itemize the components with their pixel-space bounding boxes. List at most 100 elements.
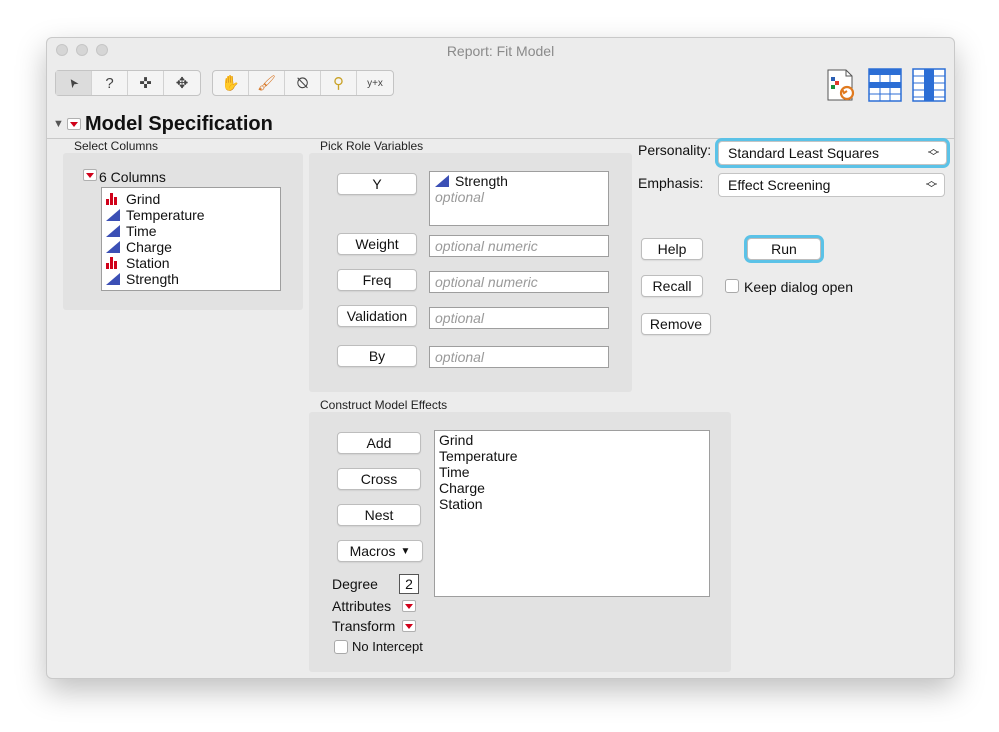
construct-effects-panel: Add Cross Nest Macros ▼ Degree 2 Attribu… [309,412,731,672]
arrow-tool-button[interactable]: ➤ [56,71,92,95]
cross-effect-button[interactable]: Cross [337,468,421,490]
effect-item-time[interactable]: Time [439,464,705,480]
by-role-field[interactable]: optional [429,346,609,368]
column-name: Temperature [126,207,205,223]
column-item-strength[interactable]: Strength [102,271,280,287]
column-item-temperature[interactable]: Temperature [102,207,280,223]
tool-group-graph: ✋ 🖌 ⦰ ⚲ y+x [212,70,394,96]
model-effects-list[interactable]: Grind Temperature Time Charge Station [434,430,710,597]
model-specification-header: ▼ Model Specification [53,111,273,137]
nominal-column-icon [106,193,120,205]
columns-count-label: 6 Columns [99,169,166,185]
column-name: Strength [126,271,179,287]
crosshair-tool-button[interactable]: ✜ [128,71,164,95]
column-name: Charge [126,239,172,255]
construct-model-effects-label: Construct Model Effects [320,398,448,412]
emphasis-value: Effect Screening [728,177,831,193]
remove-button[interactable]: Remove [641,313,711,335]
effect-item-grind[interactable]: Grind [439,432,705,448]
degree-field[interactable]: 2 [399,574,419,594]
attributes-red-triangle-icon[interactable] [402,600,416,612]
effect-item-charge[interactable]: Charge [439,480,705,496]
disclosure-triangle-icon[interactable]: ▼ [53,118,67,130]
no-intercept-label: No Intercept [352,639,423,654]
emphasis-label: Emphasis: [638,175,704,191]
transform-label: Transform [332,618,396,634]
pick-role-variables-label: Pick Role Variables [320,139,424,153]
y-role-value: Strength [455,173,508,189]
lasso-tool-icon: ⦰ [296,74,309,92]
brush-tool-icon: 🖌 [256,75,277,92]
hand-tool-icon: ✋ [221,75,240,92]
magnifier-tool-button[interactable]: ⚲ [321,71,357,95]
continuous-column-icon [106,225,120,237]
hand-tool-button[interactable]: ✋ [213,71,249,95]
fit-model-window: Report: Fit Model ➤ ? ✜ ✥ ✋ 🖌 ⦰ ⚲ y+x ▼ … [46,37,955,679]
macros-label: Macros [349,543,396,559]
continuous-column-icon [106,241,120,253]
column-name: Time [126,223,157,239]
red-triangle-menu-icon[interactable] [67,118,81,130]
effect-item-temperature[interactable]: Temperature [439,448,705,464]
help-button[interactable]: Help [641,238,703,260]
lasso-tool-button[interactable]: ⦰ [285,71,321,95]
nest-effect-button[interactable]: Nest [337,504,421,526]
brush-tool-button[interactable]: 🖌 [249,71,285,95]
annotate-tool-icon: y+x [367,77,383,89]
move-tool-button[interactable]: ✥ [164,71,200,95]
y-role-list[interactable]: Strength optional [429,171,609,226]
column-name: Grind [126,191,161,207]
y-role-button[interactable]: Y [337,173,417,195]
move-tool-icon: ✥ [175,75,189,92]
keep-dialog-open-label: Keep dialog open [744,279,853,295]
help-tool-button[interactable]: ? [92,71,128,95]
help-tool-icon: ? [105,74,114,92]
column-item-station[interactable]: Station [102,255,280,271]
jmp-home-icon[interactable] [823,68,857,102]
window-title: Report: Fit Model [446,43,555,59]
run-button[interactable]: Run [747,238,821,260]
add-effect-button[interactable]: Add [337,432,421,454]
y-role-item[interactable]: Strength [431,173,603,189]
tool-group-pointer: ➤ ? ✜ ✥ [55,70,201,96]
continuous-column-icon [106,273,120,285]
magnifier-tool-icon: ⚲ [333,75,344,92]
personality-select[interactable]: Standard Least Squares ︿ ﹀ [718,141,947,165]
chevron-up-down-icon: ︿ ﹀ [926,175,937,195]
pick-role-panel: Y Strength optional Weight optional nume… [309,153,632,392]
arrow-tool-icon: ➤ [64,74,83,92]
section-title: Model Specification [85,112,273,135]
validation-role-field[interactable]: optional [429,307,609,329]
validation-role-button[interactable]: Validation [337,305,417,327]
title-bar: Report: Fit Model [47,38,954,64]
annotate-tool-button[interactable]: y+x [357,71,393,95]
columns-list[interactable]: Grind Temperature Time Charge Station St… [101,187,281,291]
degree-label: Degree [332,576,378,592]
column-view-icon[interactable] [912,68,946,102]
by-role-button[interactable]: By [337,345,417,367]
attributes-label: Attributes [332,598,392,614]
macros-button[interactable]: Macros ▼ [337,540,423,562]
keep-dialog-open-checkbox[interactable] [725,279,739,293]
chevron-up-down-icon: ︿ ﹀ [928,143,939,163]
columns-red-triangle-icon[interactable] [83,169,97,181]
select-columns-panel: 6 Columns Grind Temperature Time Charge … [63,153,303,310]
no-intercept-checkbox[interactable] [334,640,348,654]
effect-item-station[interactable]: Station [439,496,705,512]
transform-red-triangle-icon[interactable] [402,620,416,632]
weight-role-button[interactable]: Weight [337,233,417,255]
column-item-grind[interactable]: Grind [102,191,280,207]
personality-label: Personality: [638,142,712,158]
select-columns-label: Select Columns [74,139,159,153]
freq-role-field[interactable]: optional numeric [429,271,609,293]
column-item-time[interactable]: Time [102,223,280,239]
weight-role-field[interactable]: optional numeric [429,235,609,257]
column-item-charge[interactable]: Charge [102,239,280,255]
nominal-column-icon [106,257,120,269]
emphasis-select[interactable]: Effect Screening ︿ ﹀ [718,173,945,197]
data-table-icon[interactable] [868,68,902,102]
freq-role-button[interactable]: Freq [337,269,417,291]
continuous-column-icon [106,209,120,221]
personality-value: Standard Least Squares [728,145,879,161]
recall-button[interactable]: Recall [641,275,703,297]
